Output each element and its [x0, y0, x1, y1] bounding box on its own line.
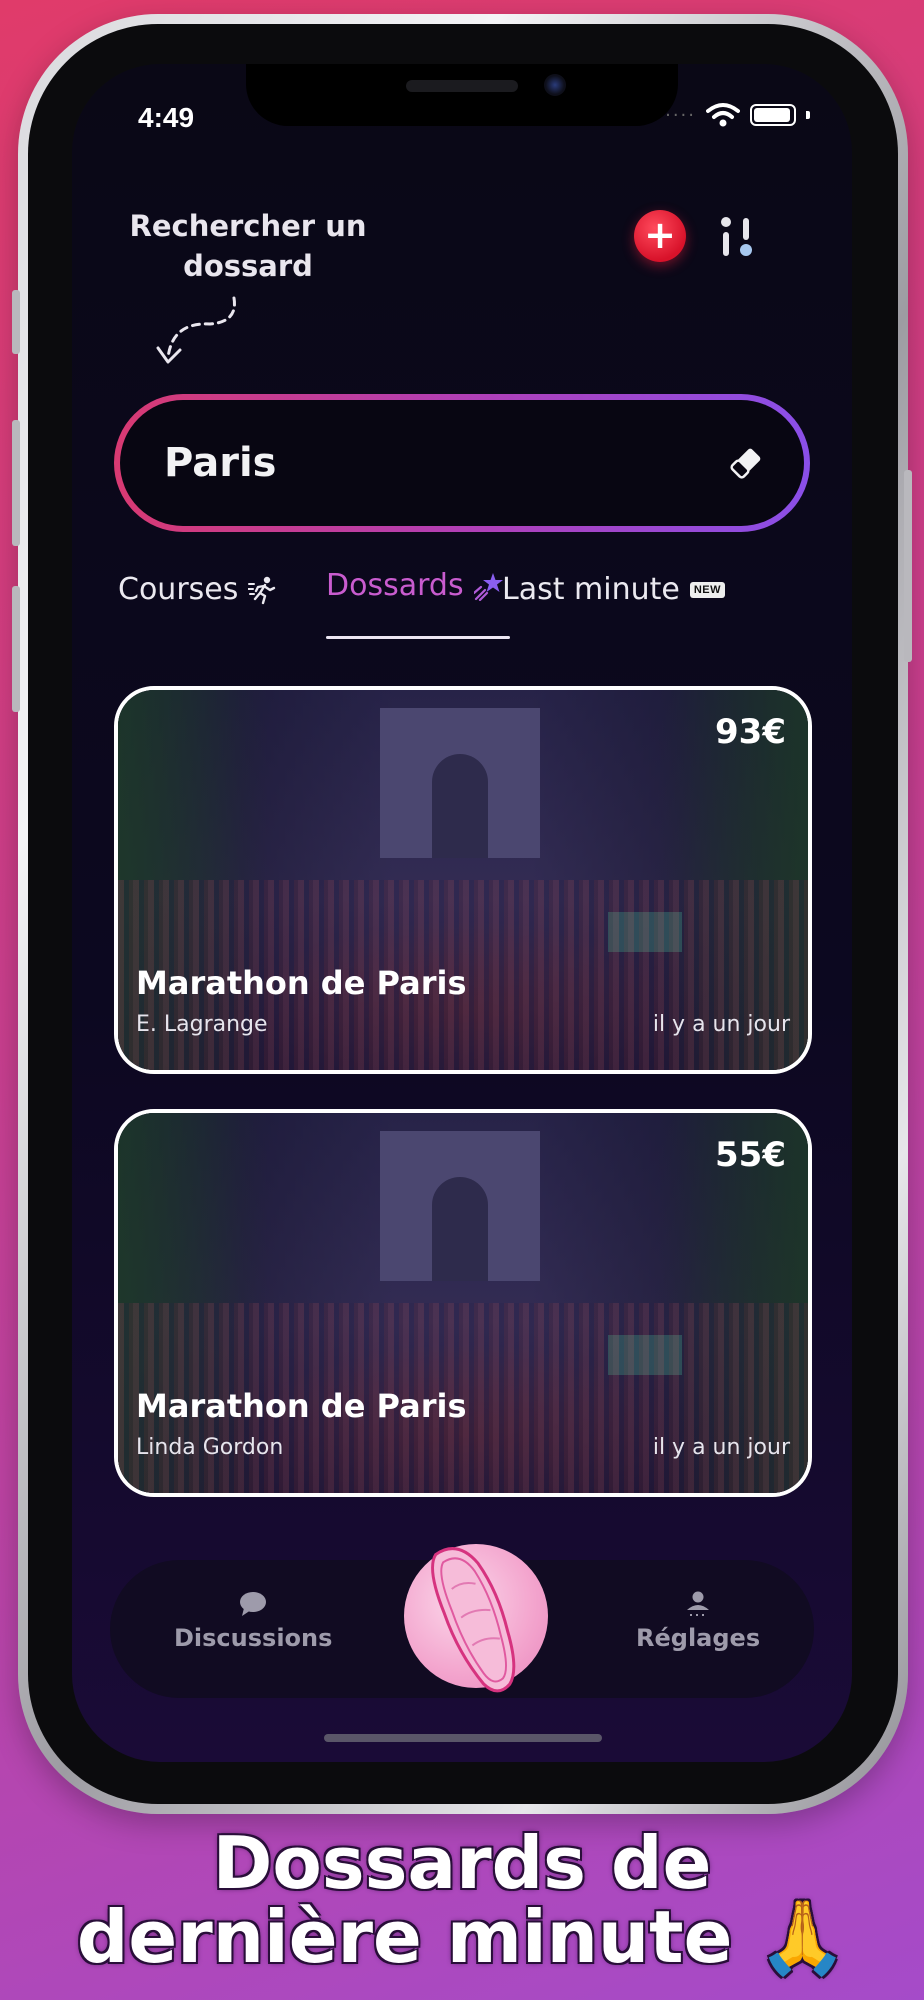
- curved-arrow-icon: [156, 296, 236, 364]
- chat-bubble-icon: [240, 1592, 267, 1616]
- tabbar-settings[interactable]: Réglages: [636, 1590, 760, 1652]
- wifi-icon: [706, 103, 740, 127]
- runner-icon: [248, 576, 276, 604]
- new-badge-icon: NEW: [689, 581, 726, 598]
- signal-icon: ····: [665, 104, 696, 126]
- listing-author: E. Lagrange: [136, 1012, 268, 1037]
- front-camera: [544, 74, 566, 96]
- listing-price: 55€: [715, 1135, 786, 1175]
- arc-de-triomphe-image: [380, 1131, 540, 1281]
- filter-settings-icon[interactable]: [712, 214, 760, 262]
- center-action-button[interactable]: [404, 1544, 548, 1693]
- notch: [246, 64, 678, 126]
- active-tab-underline: [326, 636, 510, 639]
- tabbar-discussions-label: Discussions: [174, 1624, 333, 1652]
- tabbar-settings-label: Réglages: [636, 1624, 761, 1652]
- silent-switch: [12, 290, 20, 354]
- volume-up-button: [12, 420, 20, 546]
- status-icons: ····: [665, 102, 810, 128]
- tab-last-minute-label: Last minute: [502, 572, 680, 607]
- status-time: 4:49: [138, 102, 195, 133]
- power-button: [904, 470, 912, 662]
- caption-line-1: Dossards de: [212, 1821, 712, 1905]
- arc-de-triomphe-image: [380, 708, 540, 858]
- app-screen: 4:49 ···· Rechercher un dossard + Paris: [72, 64, 852, 1762]
- eraser-icon[interactable]: [726, 443, 766, 483]
- battery-tip: [806, 111, 810, 119]
- listing-price: 93€: [715, 712, 786, 752]
- search-hint: Rechercher un dossard: [129, 209, 367, 283]
- search-input[interactable]: Paris: [164, 440, 726, 486]
- promo-caption: Dossards de dernière minute 🙏: [0, 1826, 924, 1974]
- caption-line-2: dernière minute 🙏: [76, 1895, 848, 1979]
- home-indicator[interactable]: [324, 1734, 602, 1742]
- segment-tabs: Courses Dossards Last minute NEW: [118, 568, 818, 642]
- listing-author: Linda Gordon: [136, 1435, 284, 1460]
- search-field-inner: Paris: [120, 400, 804, 526]
- tab-dossards-label: Dossards: [326, 568, 464, 603]
- user-icon: [687, 1591, 710, 1616]
- listing-card[interactable]: 55€ Marathon de Paris Linda Gordon il y …: [114, 1109, 812, 1497]
- battery-icon: [750, 104, 796, 126]
- search-field[interactable]: Paris: [114, 394, 810, 532]
- add-button[interactable]: +: [634, 210, 686, 262]
- volume-down-button: [12, 586, 20, 712]
- listing-title: Marathon de Paris: [136, 964, 467, 1002]
- listing-time: il y a un jour: [652, 1435, 790, 1460]
- listing-time: il y a un jour: [652, 1012, 790, 1037]
- tab-courses-label: Courses: [118, 572, 239, 607]
- tab-dossards[interactable]: Dossards: [326, 568, 504, 603]
- listing-title: Marathon de Paris: [136, 1387, 467, 1425]
- tab-last-minute[interactable]: Last minute NEW: [502, 572, 726, 607]
- tab-courses[interactable]: Courses: [118, 572, 278, 607]
- shoe-icon: [431, 1547, 516, 1693]
- shooting-star-icon: [473, 572, 503, 601]
- listing-card[interactable]: 93€ Marathon de Paris E. Lagrange il y a…: [114, 686, 812, 1074]
- tabbar-discussions[interactable]: Discussions: [174, 1590, 332, 1652]
- speaker: [406, 80, 518, 92]
